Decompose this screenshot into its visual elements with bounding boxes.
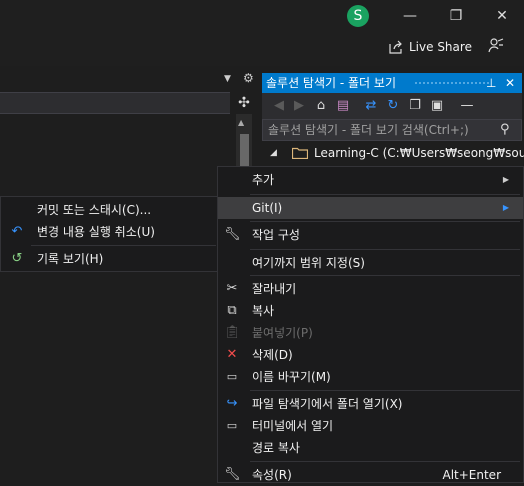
scroll-up-arrow-icon[interactable]: ▲	[238, 118, 244, 127]
menu-item-label: 변경 내용 실행 취소(U)	[37, 225, 155, 239]
live-share-label: Live Share	[409, 40, 472, 54]
menu-separator	[250, 461, 520, 462]
menu-separator	[31, 245, 216, 246]
menu-item-open-in-explorer[interactable]: ↪ 파일 탐색기에서 폴더 열기(X)	[218, 393, 523, 415]
menu-item-add[interactable]: 추가 ▶	[218, 169, 523, 191]
refresh-icon[interactable]: ↻	[384, 97, 402, 115]
collapse-all-icon[interactable]: ❐	[406, 97, 424, 115]
menu-separator	[250, 390, 520, 391]
menu-item-label: 파일 탐색기에서 폴더 열기(X)	[252, 397, 403, 411]
menu-separator	[250, 249, 520, 250]
context-menu: 추가 ▶ Git(I) ▶ 🔧︎ 작업 구성 여기까지 범위 지정(S) ✂ 잘…	[217, 166, 524, 483]
minimize-button[interactable]: —	[400, 6, 420, 26]
menu-separator	[250, 194, 520, 195]
git-submenu: 커밋 또는 스태시(C)... ↶ 변경 내용 실행 취소(U) ↺ 기록 보기…	[0, 196, 219, 272]
sync-icon[interactable]: ⇄	[362, 97, 380, 115]
history-icon: ↺	[11, 251, 23, 266]
open-folder-icon: ↪	[226, 396, 238, 411]
menu-separator	[250, 221, 520, 222]
submenu-arrow-icon: ▶	[502, 203, 509, 212]
undo-changes-item[interactable]: ↶ 변경 내용 실행 취소(U)	[1, 221, 218, 243]
menu-item-label: 이름 바꾸기(M)	[252, 370, 331, 384]
tree-item-label: Learning-C (C:₩Users₩seong₩source₩	[314, 146, 524, 160]
menu-item-configure-tasks[interactable]: 🔧︎ 작업 구성	[218, 224, 523, 246]
switch-views-icon[interactable]: ▤	[334, 97, 352, 115]
menu-item-label: 여기까지 범위 지정(S)	[252, 256, 365, 270]
folder-icon	[292, 147, 308, 159]
rename-icon: ▭	[226, 370, 238, 383]
menu-item-label: 추가	[252, 173, 275, 187]
menu-item-cut[interactable]: ✂ 잘라내기	[218, 278, 523, 300]
menu-item-scope-to-this[interactable]: 여기까지 범위 지정(S)	[218, 252, 523, 274]
wrench-icon: 🔧︎	[224, 467, 241, 482]
menu-separator	[250, 275, 520, 276]
menu-item-label: 복사	[252, 304, 275, 318]
solution-explorer-title: 솔루션 탐색기 - 폴더 보기	[266, 76, 396, 90]
paste-icon: 📋︎	[224, 325, 241, 340]
menu-item-copy[interactable]: ⧉ 복사	[218, 300, 523, 322]
delete-icon: ✕	[226, 347, 238, 362]
editor-navigation-bar[interactable]	[0, 92, 230, 114]
undo-icon: ↶	[11, 224, 23, 239]
menu-item-label: 기록 보기(H)	[37, 252, 104, 266]
menu-item-git[interactable]: Git(I) ▶	[218, 197, 523, 219]
menu-item-label: 잘라내기	[252, 282, 297, 296]
share-icon	[389, 40, 402, 54]
menu-item-delete[interactable]: ✕ 삭제(D)	[218, 344, 523, 366]
gear-icon[interactable]: ⚙	[243, 71, 254, 85]
properties-icon[interactable]: —	[458, 97, 476, 115]
drag-grip[interactable]	[414, 81, 490, 86]
menu-item-label: 삭제(D)	[252, 348, 293, 362]
close-icon[interactable]: ✕	[505, 73, 515, 93]
terminal-icon: ▭	[226, 419, 238, 432]
pin-icon[interactable]: ⊥	[486, 73, 496, 93]
search-icon[interactable]: ⚲	[500, 122, 510, 137]
back-icon[interactable]: ◀	[270, 97, 288, 115]
menu-item-label: 커밋 또는 스태시(C)...	[37, 203, 152, 217]
menu-item-label: Git(I)	[252, 201, 283, 215]
view-history-item[interactable]: ↺ 기록 보기(H)	[1, 248, 218, 270]
menu-item-label: 작업 구성	[252, 228, 300, 242]
copy-icon: ⧉	[227, 303, 237, 318]
restore-button[interactable]: ❐	[446, 6, 466, 26]
expand-arrow-icon[interactable]: ◢	[270, 142, 277, 164]
account-avatar[interactable]: S	[347, 5, 369, 27]
solution-explorer-titlebar: 솔루션 탐색기 - 폴더 보기 ⊥ ✕	[262, 73, 522, 93]
solution-explorer-toolbar: ◀ ▶ ⌂ ▤ ⇄ ↻ ❐ ▣ —	[262, 93, 522, 119]
menu-item-rename[interactable]: ▭ 이름 바꾸기(M)	[218, 366, 523, 388]
solution-explorer-search-input[interactable]: 솔루션 탐색기 - 폴더 보기 검색(Ctrl+;)	[262, 119, 522, 141]
menu-item-label: 경로 복사	[252, 441, 300, 455]
live-share-button[interactable]: Live Share	[388, 38, 472, 56]
split-editor-icon[interactable]: ✣	[235, 94, 253, 112]
feedback-person-icon[interactable]	[487, 37, 505, 55]
show-all-files-icon[interactable]: ▣	[428, 97, 446, 115]
editor-header	[0, 66, 258, 92]
menu-item-open-in-terminal[interactable]: ▭ 터미널에서 열기	[218, 415, 523, 437]
commit-or-stash-item[interactable]: 커밋 또는 스태시(C)...	[1, 199, 218, 221]
dropdown-arrow-icon[interactable]: ▼	[224, 74, 231, 84]
menu-item-copy-path[interactable]: 경로 복사	[218, 437, 523, 459]
menu-item-paste[interactable]: 📋︎ 붙여넣기(P)	[218, 322, 523, 344]
wrench-icon: 🔧︎	[224, 227, 241, 242]
scissors-icon: ✂	[226, 281, 238, 296]
forward-icon[interactable]: ▶	[290, 97, 308, 115]
tree-item-root[interactable]: ◢ Learning-C (C:₩Users₩seong₩source₩	[262, 142, 524, 164]
submenu-arrow-icon: ▶	[502, 175, 509, 184]
menu-item-label: 붙여넣기(P)	[252, 326, 313, 340]
home-icon[interactable]: ⌂	[312, 97, 330, 115]
menu-item-label: 터미널에서 열기	[252, 419, 334, 433]
close-button[interactable]: ✕	[492, 6, 512, 26]
